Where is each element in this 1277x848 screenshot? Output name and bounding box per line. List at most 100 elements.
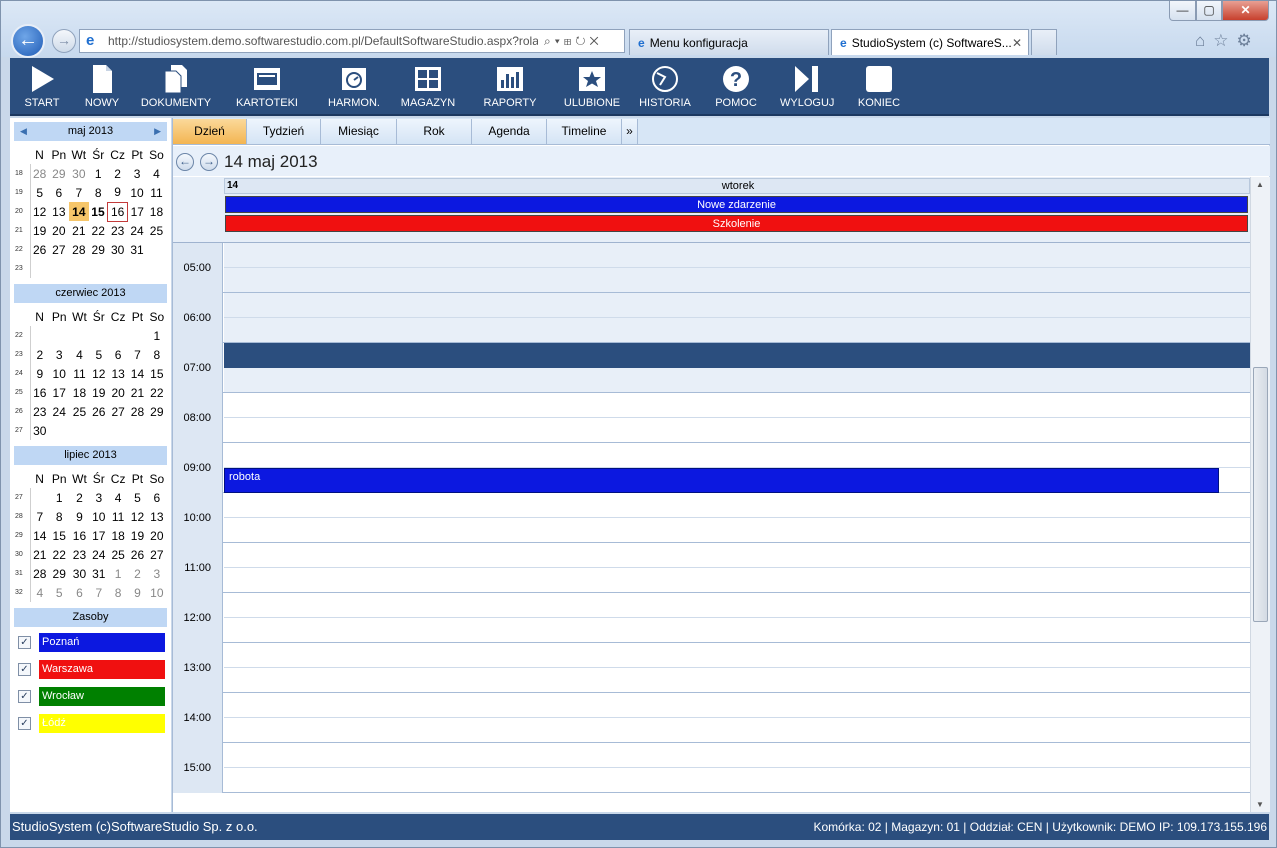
toolbar-button-pomoc[interactable]: ? POMOC	[715, 64, 757, 109]
calendar-day[interactable]: 20	[147, 526, 167, 545]
hour-row[interactable]: 15:00	[173, 743, 1250, 793]
address-bar[interactable]: e http://studiosystem.demo.softwarestudi…	[79, 29, 625, 53]
calendar-day[interactable]: 28	[30, 164, 49, 183]
calendar-day[interactable]: 5	[49, 583, 69, 602]
calendar-day[interactable]: 31	[90, 564, 108, 583]
scroll-down-icon[interactable]: ▼	[1256, 800, 1264, 809]
calendar-day[interactable]: 11	[69, 364, 89, 383]
calendar-day[interactable]: 19	[30, 221, 49, 240]
calendar-day[interactable]: 1	[108, 564, 128, 583]
calendar-day[interactable]: 26	[30, 240, 49, 259]
star-icon[interactable]: ☆	[1213, 31, 1236, 50]
calendar-day[interactable]: 11	[146, 183, 166, 202]
calendar-day[interactable]: 17	[128, 202, 147, 221]
calendar-day[interactable]: 30	[108, 240, 128, 259]
gear-icon[interactable]: ⚙	[1237, 31, 1260, 50]
calendar-day[interactable]: 3	[90, 488, 108, 507]
allday-event[interactable]: Nowe zdarzenie	[225, 196, 1248, 213]
calendar-day[interactable]: 20	[108, 383, 128, 402]
calendar-day[interactable]: 24	[49, 402, 69, 421]
new-tab-button[interactable]	[1031, 29, 1057, 55]
calendar-day[interactable]: 19	[90, 383, 108, 402]
prev-day-icon[interactable]: ←	[176, 153, 194, 171]
calendar-day[interactable]: 5	[128, 488, 146, 507]
hour-row[interactable]: 05:00	[173, 243, 1250, 293]
resource-checkbox[interactable]: ✓	[18, 635, 31, 649]
calendar-day[interactable]: 29	[89, 240, 108, 259]
calendar-day[interactable]: 14	[128, 364, 146, 383]
view-tab-2[interactable]: Miesiąc	[321, 119, 397, 144]
calendar-day[interactable]: 29	[49, 164, 69, 183]
calendar-day[interactable]: 4	[30, 583, 49, 602]
calendar-day[interactable]: 23	[108, 221, 128, 240]
calendar-day[interactable]: 6	[69, 583, 89, 602]
calendar-day[interactable]: 30	[30, 421, 49, 440]
toolbar-button-historia[interactable]: HISTORIA	[635, 64, 695, 109]
calendar-day[interactable]: 12	[128, 507, 146, 526]
calendar-day[interactable]: 3	[128, 164, 147, 183]
calendar-day[interactable]: 9	[108, 183, 128, 202]
calendar-day[interactable]: 15	[147, 364, 167, 383]
calendar-day[interactable]: 13	[108, 364, 128, 383]
toolbar-button-raporty[interactable]: RAPORTY	[478, 64, 542, 109]
calendar-day[interactable]: 22	[147, 383, 167, 402]
calendar-day[interactable]: 12	[90, 364, 108, 383]
calendar-day[interactable]: 27	[108, 402, 128, 421]
calendar-day[interactable]: 13	[147, 507, 167, 526]
next-month-icon[interactable]: ▶	[154, 122, 161, 141]
calendar-day[interactable]: 17	[90, 526, 108, 545]
calendar-day[interactable]: 7	[90, 583, 108, 602]
calendar-day[interactable]: 2	[30, 345, 49, 364]
calendar-day[interactable]: 3	[49, 345, 69, 364]
calendar-day[interactable]: 4	[146, 164, 166, 183]
calendar-day[interactable]: 21	[128, 383, 146, 402]
home-icon[interactable]: ⌂	[1195, 31, 1213, 50]
toolbar-button-dokumenty[interactable]: DOKUMENTY	[140, 64, 212, 109]
toolbar-button-kartoteki[interactable]: KARTOTEKI	[234, 64, 300, 109]
prev-month-icon[interactable]: ◀	[20, 122, 27, 141]
calendar-day[interactable]: 9	[69, 507, 89, 526]
tab-menu-konfiguracja[interactable]: e Menu konfiguracja	[629, 29, 829, 55]
back-arrow-icon[interactable]: ←	[11, 24, 45, 58]
hour-row[interactable]: 14:00	[173, 693, 1250, 743]
toolbar-button-harmon[interactable]: HARMON.	[322, 64, 386, 109]
close-window-button[interactable]: ✕	[1222, 1, 1269, 21]
calendar-day[interactable]: 10	[49, 364, 69, 383]
calendar-day[interactable]: 6	[49, 183, 69, 202]
calendar-day[interactable]: 28	[69, 240, 89, 259]
calendar-day[interactable]: 24	[90, 545, 108, 564]
vertical-scrollbar[interactable]: ▲ ▼	[1250, 177, 1270, 812]
hour-row[interactable]: 11:00	[173, 543, 1250, 593]
calendar-day[interactable]: 2	[128, 564, 146, 583]
calendar-day[interactable]: 7	[69, 183, 89, 202]
calendar-day[interactable]: 28	[128, 402, 146, 421]
calendar-day[interactable]: 19	[128, 526, 146, 545]
calendar-day[interactable]: 16	[30, 383, 49, 402]
view-tab-4[interactable]: Agenda	[472, 119, 547, 144]
hour-row[interactable]: 10:00	[173, 493, 1250, 543]
calendar-day[interactable]: 14	[30, 526, 49, 545]
calendar-day[interactable]: 15	[89, 202, 108, 221]
view-tab-1[interactable]: Tydzień	[247, 119, 321, 144]
calendar-day[interactable]: 3	[147, 564, 167, 583]
calendar-day[interactable]: 25	[108, 545, 128, 564]
calendar-day[interactable]: 10	[90, 507, 108, 526]
calendar-day[interactable]: 4	[108, 488, 128, 507]
calendar-day[interactable]: 18	[146, 202, 166, 221]
tab-studiosystem[interactable]: e StudioSystem (c) SoftwareS... ✕	[831, 29, 1029, 55]
calendar-day[interactable]: 4	[69, 345, 89, 364]
calendar-day[interactable]: 23	[30, 402, 49, 421]
calendar-day[interactable]: 27	[49, 240, 69, 259]
toolbar-button-ulubione[interactable]: ULUBIONE	[554, 64, 630, 109]
calendar-day[interactable]: 17	[49, 383, 69, 402]
calendar-day[interactable]: 11	[108, 507, 128, 526]
resource-checkbox[interactable]: ✓	[18, 689, 31, 703]
calendar-day[interactable]: 8	[49, 507, 69, 526]
calendar-day[interactable]: 8	[89, 183, 108, 202]
calendar-day[interactable]: 14	[68, 202, 89, 221]
calendar-day[interactable]: 5	[90, 345, 108, 364]
calendar-day[interactable]: 25	[146, 221, 166, 240]
calendar-day[interactable]: 29	[147, 402, 167, 421]
calendar-day[interactable]: 7	[128, 345, 146, 364]
calendar-day[interactable]: 8	[147, 345, 167, 364]
